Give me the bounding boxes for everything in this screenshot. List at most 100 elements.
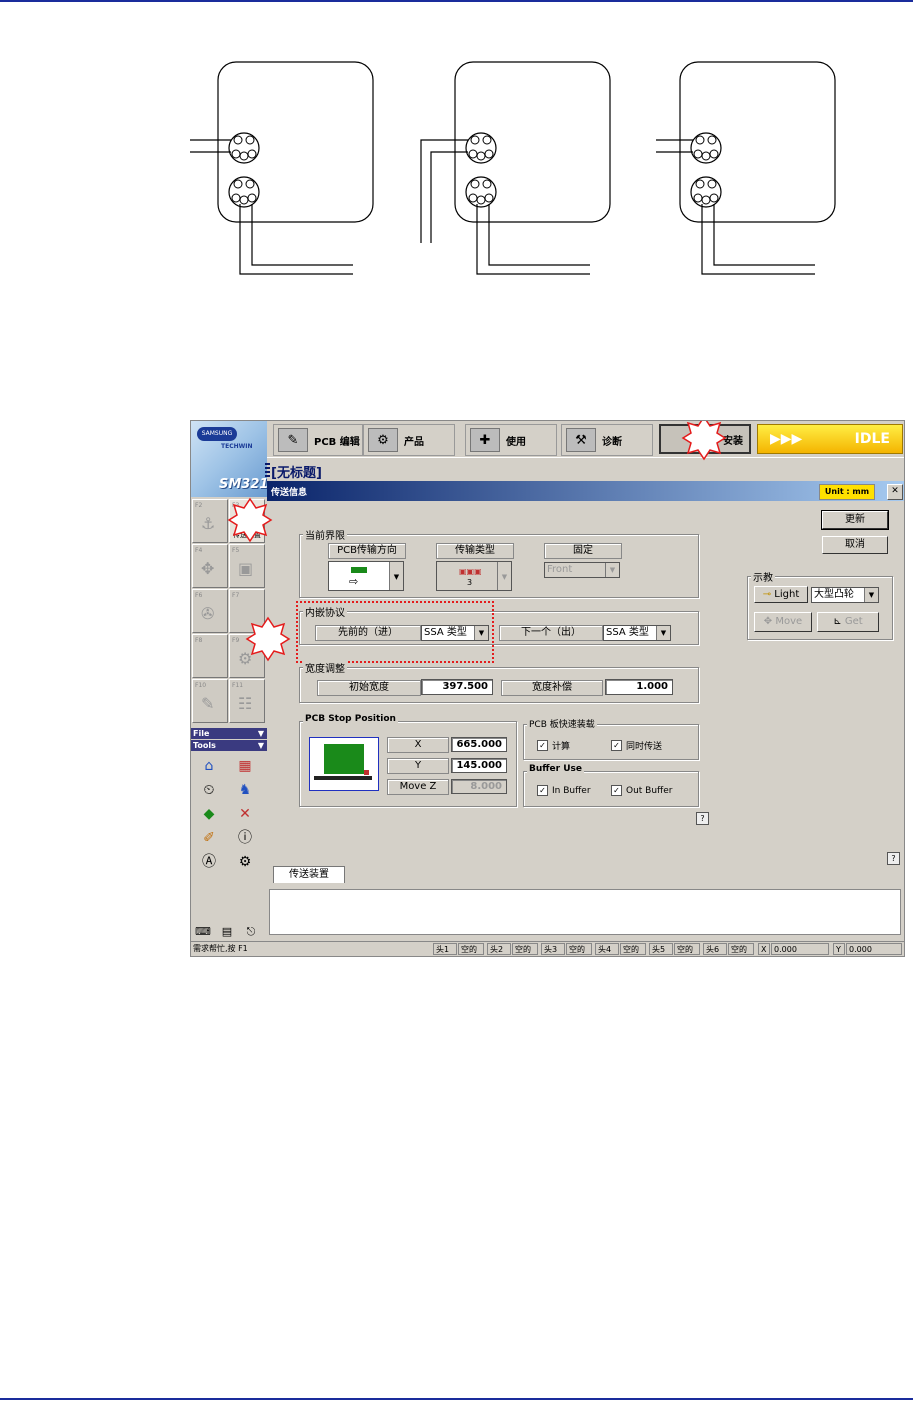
out-buffer-checkbox[interactable]: ✓ Out Buffer [611,785,673,796]
use-button[interactable]: ✚ 使用 [465,424,557,456]
close-button[interactable]: ✕ [887,484,903,500]
update-button[interactable]: 更新 [821,510,889,530]
pencil-icon[interactable]: ✐ [199,828,219,848]
init-width-input[interactable]: 397.500 [421,679,493,695]
chevron-down-icon: ▼ [605,563,619,577]
diagnose-icon: ⚒ [566,428,596,452]
file-menu[interactable]: File ▼ [191,728,267,739]
product-button[interactable]: ⚙ 产品 [363,424,455,456]
width-comp-input[interactable]: 1.000 [605,679,673,695]
light-label: Light [774,589,800,600]
save-icon[interactable]: ▤ [217,922,237,942]
connector-diagram [190,61,836,275]
camera-select[interactable]: 大型凸轮 ▼ [811,587,879,603]
chevron-down-icon: ▼ [864,588,878,602]
wrench-icon: ✇ [201,604,215,623]
fixed-select[interactable]: Front ▼ [544,562,620,578]
cancel-button[interactable]: 取消 [822,536,888,554]
fkey-f6[interactable]: F6 ✇ [192,589,228,633]
chevron-down-icon: ▼ [656,626,670,640]
status-hint: 需求帮忙,按 F1 [193,944,248,953]
callout-starburst-2 [245,616,291,662]
pickup-icon: ✥ [201,559,215,578]
home-icon[interactable]: ⌂ [199,756,219,776]
fkey-f2[interactable]: F2 ⚓ [192,499,228,543]
dialog-titlebar: 传送信息 [267,481,904,501]
operator-icon[interactable]: ♞ [235,780,255,800]
light-button[interactable]: ⊸ Light [754,586,808,603]
fkey-label: F10 [195,682,207,689]
auto-icon[interactable]: Ⓐ [199,852,219,872]
panel-2-upper-wire-2 [430,151,468,243]
keyboard-icon[interactable]: ⌨ [193,922,213,942]
head-2-value: 空的 [512,943,538,955]
sidebar: F2⚓ F3传送装置 F4✥ F5▣ F6✇ F7 F8 F9⚙ F10✎ F1… [191,497,267,956]
head-1-value: 空的 [458,943,484,955]
tool-icon: ✎ [201,694,215,713]
pcb-edit-button[interactable]: ✎ PCB 编辑 [273,424,363,456]
tab-bar: 传送装置 [267,864,904,883]
move-label: Move [775,616,803,627]
width-title: 宽度调整 [303,660,347,675]
diagnose-label: 诊断 [602,436,622,448]
use-label: 使用 [506,436,526,448]
chevron-down-icon: ▼ [389,562,403,590]
exit-icon[interactable]: ⎋ [241,922,261,942]
x-input[interactable]: 665.000 [451,737,507,752]
check-icon: ✓ [537,785,548,796]
tools-menu-label: Tools [193,741,216,750]
board-icon[interactable]: ◆ [199,804,219,824]
machine-status-indicator: ▶▶▶ IDLE [757,424,903,454]
get-button[interactable]: ⊾ Get [817,612,879,632]
next-select[interactable]: SSA 类型 ▼ [603,625,671,641]
help-button[interactable]: ? [696,812,709,825]
fkey-f5[interactable]: F5 ▣ [229,544,265,588]
diagnose-button[interactable]: ⚒ 诊断 [561,424,653,456]
alert-icon[interactable]: ⓘ [235,828,255,848]
move-button[interactable]: ✥ Move [754,612,812,632]
move-z-label: Move Z [387,779,449,795]
direction-select[interactable]: ⇨ ▼ [328,561,404,591]
get-label: Get [844,616,863,627]
stop-pin-icon [364,770,369,775]
file-menu-label: File [193,729,210,738]
logo-model: SM321 [219,477,269,492]
type-select[interactable]: ▣▣▣ 3 ▼ [436,561,512,591]
logo-brand: SAMSUNG [197,427,237,441]
move-icon: ✥ [763,616,773,627]
head-6-label: 头6 [703,943,727,955]
conveyor-rail [314,776,372,780]
tools-menu[interactable]: Tools ▼ [191,740,267,751]
next-value: SSA 类型 [606,627,649,638]
axis-icon[interactable]: ✕ [235,804,255,824]
calc-checkbox[interactable]: ✓ 计算 [537,739,570,752]
head-3-label: 头3 [541,943,565,955]
status-text: IDLE [854,431,890,447]
pcb-edit-icon: ✎ [278,428,308,452]
fkey-label: F5 [232,547,240,554]
simul-checkbox[interactable]: ✓ 同时传送 [611,739,662,752]
fkey-f10[interactable]: F10 ✎ [192,679,228,723]
fkey-f4[interactable]: F4 ✥ [192,544,228,588]
gears-icon[interactable]: ⚙ [235,852,255,872]
x-readout-value: 0.000 [771,943,829,955]
callout-starburst-3 [681,421,727,461]
y-input[interactable]: 145.000 [451,758,507,773]
use-icon: ✚ [470,428,500,452]
stop-position-preview [309,737,379,791]
pcb-board [324,744,364,774]
head-2-label: 头2 [487,943,511,955]
fkey-f8[interactable]: F8 [192,634,228,678]
timer-icon[interactable]: ⏲ [199,780,219,800]
type-label: 传输类型 [436,543,514,559]
tab-conveyor[interactable]: 传送装置 [273,866,345,883]
message-area [269,889,901,935]
calendar-icon[interactable]: ▦ [235,756,255,776]
buffer-title: Buffer Use [527,764,585,774]
move-z-input[interactable]: 8.000 [451,779,507,794]
fkey-f11[interactable]: F11 ☷ [229,679,265,723]
fixed-value: Front [547,564,573,575]
fkey-label: F11 [232,682,244,689]
width-comp-label: 宽度补偿 [501,680,603,696]
in-buffer-checkbox[interactable]: ✓ In Buffer [537,785,591,796]
